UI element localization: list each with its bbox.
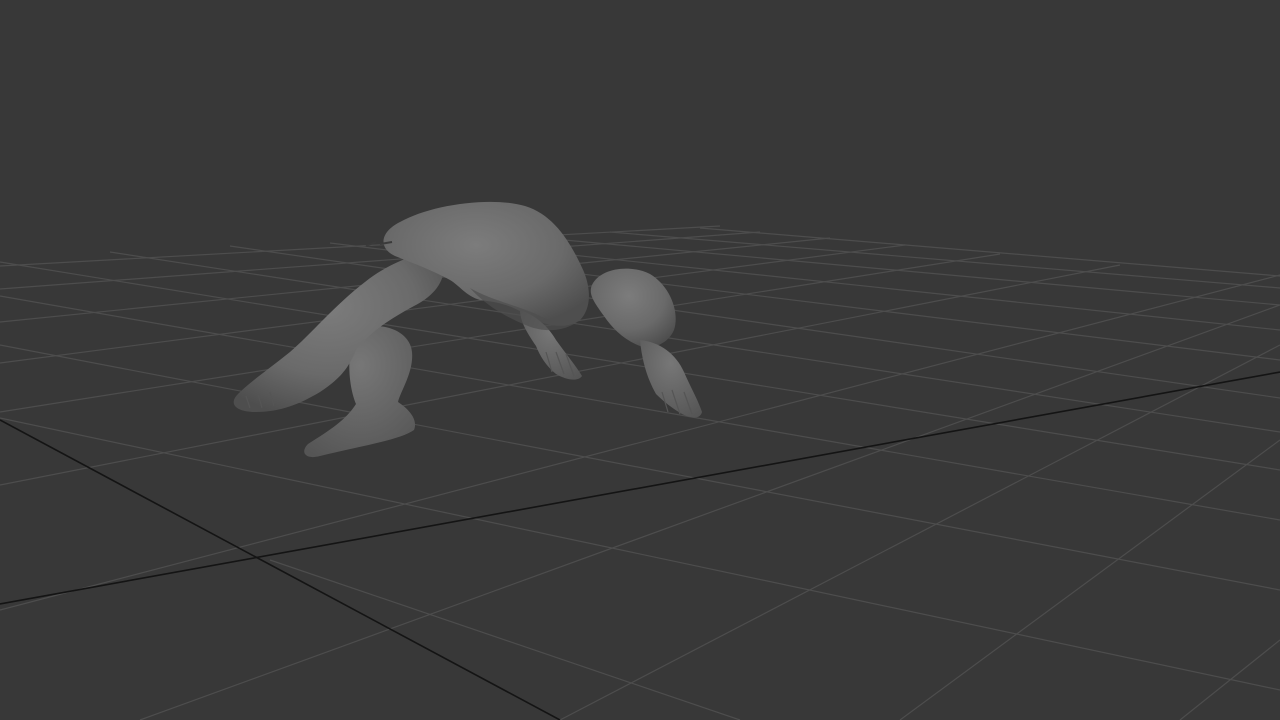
- grid-axis-lines: [0, 371, 1280, 720]
- viewport-scene[interactable]: [0, 0, 1280, 720]
- character-model[interactable]: [233, 201, 702, 458]
- 3d-viewport[interactable]: [0, 0, 1280, 720]
- model-front-leg: [233, 250, 444, 412]
- model-head: [590, 268, 676, 348]
- model-near-arm: [640, 340, 702, 418]
